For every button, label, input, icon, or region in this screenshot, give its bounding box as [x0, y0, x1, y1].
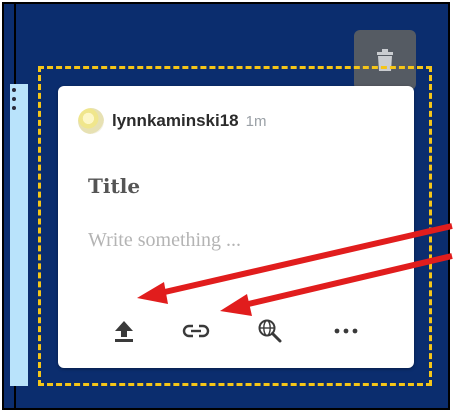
- globe-search-icon: [258, 319, 282, 343]
- body-input[interactable]: Write something ...: [88, 229, 241, 252]
- more-horizontal-icon: [334, 328, 358, 334]
- attachment-toolbar: [98, 311, 388, 351]
- post-card: lynnkaminski18 1m Title Write something …: [58, 86, 414, 368]
- post-header: lynnkaminski18 1m: [78, 108, 266, 134]
- timestamp: 1m: [245, 112, 267, 130]
- drag-handle-icon[interactable]: [10, 88, 18, 118]
- web-search-button[interactable]: [254, 315, 286, 347]
- more-options-button[interactable]: [330, 315, 362, 347]
- avatar[interactable]: [78, 108, 104, 134]
- side-panel: [10, 84, 28, 386]
- username[interactable]: lynnkaminski18: [112, 111, 239, 131]
- link-button[interactable]: [180, 315, 212, 347]
- upload-button[interactable]: [108, 315, 140, 347]
- upload-icon: [115, 321, 133, 342]
- title-input[interactable]: Title: [88, 174, 140, 198]
- link-icon: [182, 324, 210, 338]
